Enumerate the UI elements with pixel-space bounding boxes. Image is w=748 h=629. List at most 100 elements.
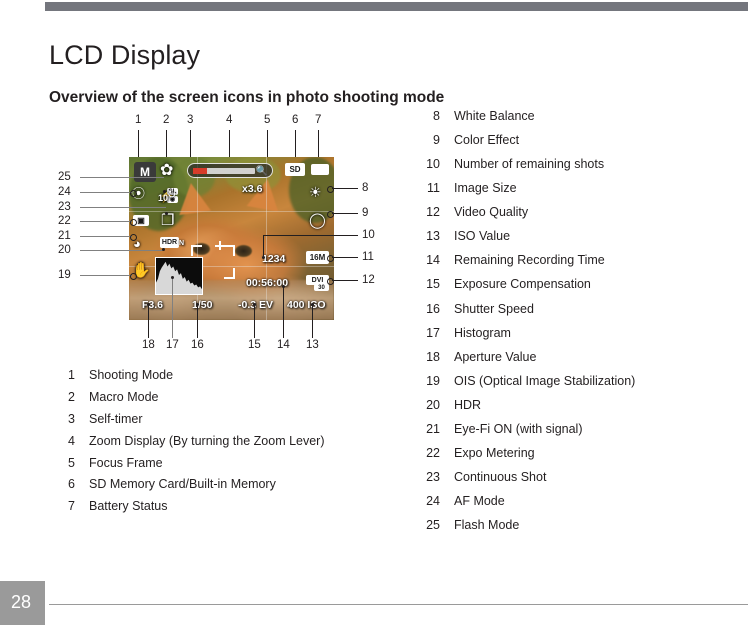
magnifier-icon: 🔍	[255, 165, 268, 177]
leader-dot-19	[130, 272, 137, 280]
zoom-fill	[193, 168, 207, 174]
legend-left-item-5: 5 Focus Frame	[49, 455, 379, 472]
image-size-icon: 16M	[306, 251, 329, 264]
legend-right-number: 23	[426, 469, 440, 484]
video-quality-fps: 30	[314, 284, 329, 291]
leader-line-11	[332, 257, 358, 258]
leader-line-14	[283, 287, 284, 338]
hdr-icon: HDR	[160, 237, 179, 248]
leader-dot-23	[165, 212, 168, 215]
legend-right-label: Histogram	[454, 325, 511, 340]
legend-right-item-17: 17 Histogram	[414, 325, 734, 342]
legend-right-number: 19	[426, 373, 440, 388]
callout-number-6: 6	[292, 114, 299, 126]
callout-number-23: 23	[58, 201, 71, 213]
legend-right-item-21: 21 Eye-Fi ON (with signal)	[414, 421, 734, 438]
leader-dot-17	[171, 276, 174, 279]
legend-right-label: Exposure Compensation	[454, 277, 591, 292]
callout-number-10: 10	[362, 229, 375, 241]
legend-list-left: 1 Shooting Mode 2 Macro Mode 3 Self-timer 4 Zoo…	[49, 367, 379, 520]
callout-number-20: 20	[58, 244, 71, 256]
legend-right-item-10: 10 Number of remaining shots	[414, 156, 734, 173]
histogram-icon	[155, 257, 203, 295]
battery-icon	[311, 164, 329, 175]
legend-left-label: Battery Status	[89, 499, 168, 514]
legend-left-label: SD Memory Card/Built-in Memory	[89, 477, 276, 492]
legend-right-number: 8	[433, 109, 440, 123]
legend-right-label: Color Effect	[454, 133, 520, 148]
legend-right-item-18: 18 Aperture Value	[414, 349, 734, 366]
leader-line-7	[318, 130, 319, 158]
legend-right-item-16: 16 Shutter Speed	[414, 301, 734, 318]
callout-number-2: 2	[163, 114, 170, 126]
callout-number-18: 18	[142, 339, 155, 351]
sd-card-icon: SD	[285, 163, 305, 176]
legend-right-number: 15	[426, 277, 440, 292]
legend-right-number: 24	[426, 494, 440, 508]
legend-left-number: 6	[68, 477, 75, 492]
callout-number-19: 19	[58, 269, 71, 281]
legend-right-item-9: 9 Color Effect	[414, 132, 734, 149]
callout-number-13: 13	[306, 339, 319, 351]
callout-number-21: 21	[58, 230, 71, 242]
legend-right-item-15: 15 Exposure Compensation	[414, 276, 734, 293]
leader-dot-21	[130, 233, 137, 241]
leader-line-25	[80, 177, 164, 178]
leader-line-13	[312, 305, 313, 338]
callout-number-4: 4	[226, 114, 233, 126]
self-timer-icon: ↻	[167, 189, 177, 201]
legend-right-label: Flash Mode	[454, 518, 520, 533]
legend-right-item-13: 13 ISO Value	[414, 228, 734, 245]
leader-dot-20	[162, 248, 165, 251]
legend-right-number: 25	[426, 518, 440, 533]
leader-line-18	[148, 305, 149, 338]
legend-left-item-4: 4 Zoom Display (By turning the Zoom Lever…	[49, 433, 379, 450]
iso-value: 400 ISO	[287, 299, 326, 311]
legend-right-label: Continuous Shot	[454, 469, 547, 484]
legend-right-number: 17	[426, 325, 440, 340]
leader-line-8	[332, 188, 358, 189]
legend-right-label: Video Quality	[454, 205, 529, 220]
page-number: 28	[11, 592, 32, 612]
white-balance-daylight-icon: ☀	[309, 184, 322, 200]
legend-right-item-14: 14 Remaining Recording Time	[414, 252, 734, 269]
legend-right-item-19: 19 OIS (Optical Image Stabilization)	[414, 373, 734, 390]
leader-line-17	[172, 277, 173, 338]
footer-rule	[49, 604, 748, 605]
callout-number-16: 16	[191, 339, 204, 351]
legend-right-number: 14	[426, 253, 440, 268]
legend-right-item-25: 25 Flash Mode	[414, 517, 734, 534]
leader-line-12	[332, 280, 358, 281]
leader-line-21	[80, 236, 132, 237]
legend-right-number: 12	[426, 205, 440, 220]
leader-line-19	[80, 275, 132, 276]
leader-line-10	[263, 235, 358, 236]
leader-line-20	[80, 250, 163, 251]
legend-right-number: 13	[426, 229, 440, 244]
legend-left-item-1: 1 Shooting Mode	[49, 367, 379, 384]
leader-line-6	[295, 130, 296, 158]
legend-right-number: 16	[426, 301, 440, 316]
legend-right-label: Expo Metering	[454, 445, 535, 460]
callout-number-3: 3	[187, 114, 194, 126]
zoom-display-bar: 🔍	[187, 163, 273, 178]
leader-line-9	[332, 213, 358, 214]
legend-left-label: Focus Frame	[89, 455, 163, 470]
legend-right-item-11: 11 Image Size	[414, 180, 734, 197]
callout-number-9: 9	[362, 207, 369, 219]
leader-dot-22	[130, 218, 137, 226]
legend-right-label: HDR	[454, 397, 482, 412]
shutter-speed-value: 1/50	[192, 299, 213, 311]
leader-line-4	[229, 130, 230, 160]
legend-left-number: 3	[68, 411, 75, 426]
leader-line-1	[138, 130, 139, 157]
remaining-shots-value: 1234	[262, 253, 286, 265]
legend-left-item-7: 7 Battery Status	[49, 498, 379, 515]
legend-right-number: 9	[433, 133, 440, 148]
color-effect-vivid-icon: ◯	[309, 212, 326, 229]
leader-dot-24	[130, 189, 137, 197]
callout-number-17: 17	[166, 339, 179, 351]
legend-right-number: 21	[426, 421, 440, 436]
leader-line-10v	[263, 235, 264, 257]
legend-right-item-24: 24 AF Mode	[414, 493, 734, 510]
